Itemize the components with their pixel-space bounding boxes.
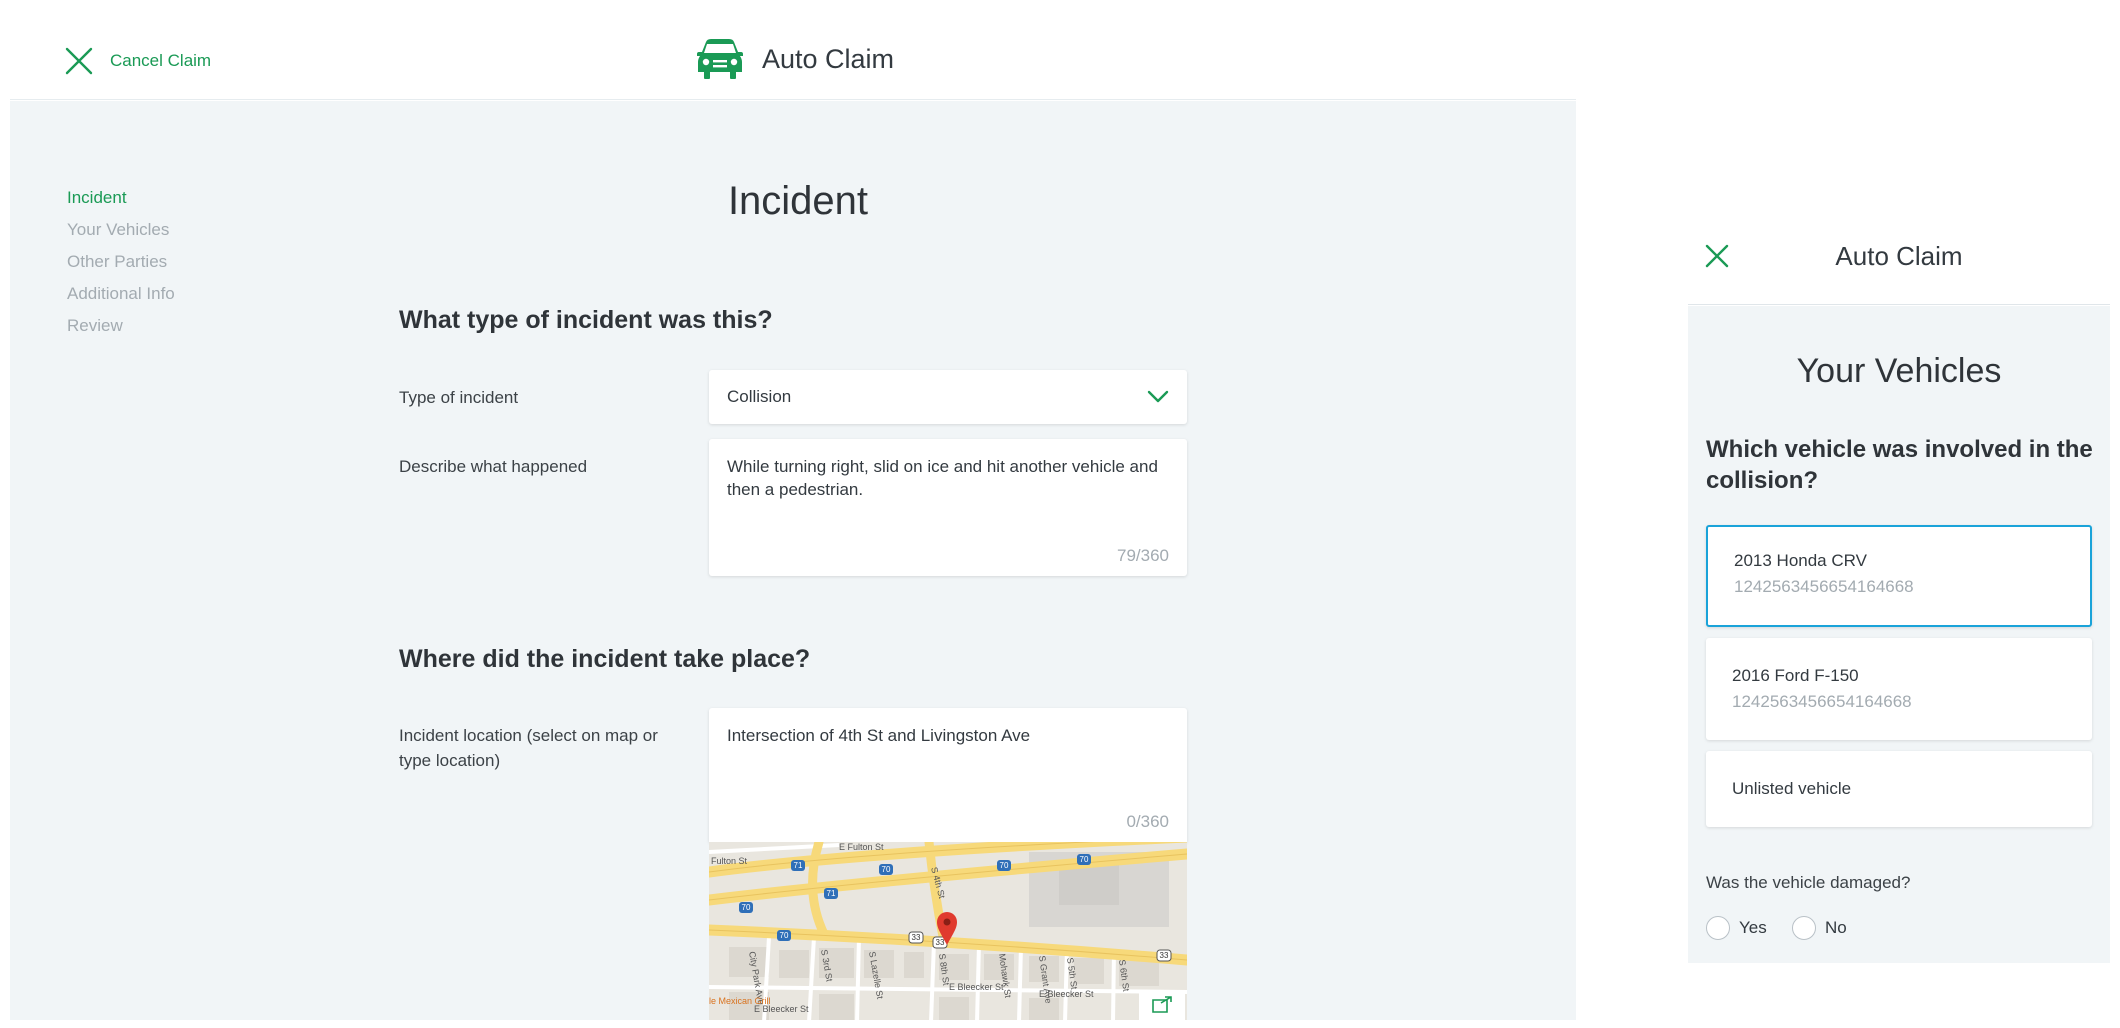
location-map[interactable]: 70 70 70 70 71 71 33 33 33 70 Fulton St … bbox=[709, 842, 1187, 1020]
location-label: Incident location (select on map or type… bbox=[399, 726, 658, 770]
map-shield: 70 bbox=[1080, 855, 1089, 864]
vehicle-question: Which vehicle was involved in the collis… bbox=[1706, 436, 2093, 494]
radio-yes[interactable] bbox=[1706, 916, 1730, 940]
map-label: Fulton St bbox=[711, 856, 748, 866]
map-shield: 33 bbox=[1160, 951, 1169, 960]
location-input[interactable]: Intersection of 4th St and Livingston Av… bbox=[709, 708, 1187, 842]
damaged-yes-option[interactable]: Yes bbox=[1706, 916, 1767, 940]
radio-no-label: No bbox=[1825, 918, 1847, 937]
claim-form-area: Incident Your Vehicles Other Parties Add… bbox=[10, 101, 1576, 1020]
app-title: Auto Claim bbox=[762, 43, 895, 74]
page-title: Incident bbox=[727, 179, 869, 223]
radio-no[interactable] bbox=[1792, 916, 1816, 940]
map-shield: 70 bbox=[780, 931, 789, 940]
step-additional-info[interactable]: Additional Info bbox=[67, 278, 175, 310]
damaged-question: Was the vehicle damaged? bbox=[1706, 873, 1911, 892]
describe-textarea[interactable]: While turning right, slid on ice and hit… bbox=[709, 439, 1187, 576]
map-label: E Fulton St bbox=[839, 842, 884, 852]
cancel-claim-label: Cancel Claim bbox=[110, 51, 212, 70]
chevron-down-icon bbox=[1147, 390, 1169, 403]
map-label: E Bleecker St bbox=[949, 982, 1004, 992]
mobile-app-title: Auto Claim bbox=[1835, 241, 1963, 271]
map-shield: 33 bbox=[912, 933, 921, 942]
describe-text: While turning right, slid on ice and hit… bbox=[727, 457, 1158, 499]
damaged-no-option[interactable]: No bbox=[1792, 916, 1847, 940]
map-shield: 71 bbox=[827, 889, 836, 898]
map-shield: 71 bbox=[794, 861, 803, 870]
map-shield: 33 bbox=[936, 938, 945, 947]
location-heading: Where did the incident take place? bbox=[399, 645, 811, 673]
vehicle-card-unlisted[interactable]: Unlisted vehicle bbox=[1706, 751, 2092, 827]
incident-type-select[interactable]: Collision bbox=[709, 370, 1187, 424]
app-brand: Auto Claim bbox=[696, 38, 894, 80]
mobile-claim-view: Auto Claim Your Vehicles Which vehicle w… bbox=[1688, 207, 2110, 963]
incident-type-label: Type of incident bbox=[399, 388, 519, 407]
vehicle-card[interactable]: 2016 Ford F-150 1242563456654164668 bbox=[1706, 638, 2092, 740]
map-label: le Mexican Grill bbox=[709, 996, 771, 1006]
step-review[interactable]: Review bbox=[67, 310, 175, 342]
vehicle-card[interactable]: 2013 Honda CRV 1242563456654164668 bbox=[1706, 525, 2092, 627]
map-shield: 70 bbox=[882, 865, 891, 874]
mobile-page-title: Your Vehicles bbox=[1796, 352, 2002, 390]
vehicle-name: Unlisted vehicle bbox=[1732, 779, 1852, 798]
vehicle-vin: 1242563456654164668 bbox=[1732, 692, 1912, 711]
cancel-claim-button[interactable]: Cancel Claim bbox=[64, 44, 211, 78]
location-text: Intersection of 4th St and Livingston Av… bbox=[727, 726, 1031, 745]
vehicle-vin: 1242563456654164668 bbox=[1734, 577, 1914, 596]
vehicle-name: 2016 Ford F-150 bbox=[1732, 666, 1859, 685]
expand-map-icon[interactable] bbox=[1139, 992, 1185, 1020]
desktop-claim-view: Cancel Claim Auto Claim Incident Your Ve… bbox=[10, 0, 1576, 1020]
map-label: E Bleecker St bbox=[1039, 989, 1094, 999]
mobile-form-area: Your Vehicles Which vehicle was involved… bbox=[1688, 306, 2110, 963]
incident-type-value: Collision bbox=[727, 387, 792, 406]
mobile-top-bar: Auto Claim bbox=[1688, 207, 2110, 305]
top-bar: Cancel Claim Auto Claim bbox=[10, 0, 1576, 100]
location-char-count: 0/360 bbox=[1126, 812, 1169, 831]
vehicle-name: 2013 Honda CRV bbox=[1734, 551, 1867, 570]
describe-label: Describe what happened bbox=[399, 457, 588, 476]
map-shield: 70 bbox=[1000, 861, 1009, 870]
incident-type-heading: What type of incident was this? bbox=[399, 306, 773, 334]
close-icon bbox=[65, 47, 93, 75]
map-shield: 70 bbox=[742, 903, 751, 912]
step-other-parties[interactable]: Other Parties bbox=[67, 246, 175, 278]
car-icon bbox=[697, 39, 743, 79]
describe-char-count: 79/360 bbox=[1117, 546, 1169, 565]
radio-yes-label: Yes bbox=[1739, 918, 1767, 937]
